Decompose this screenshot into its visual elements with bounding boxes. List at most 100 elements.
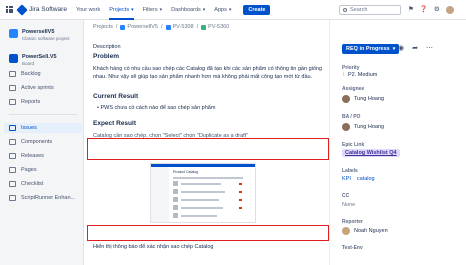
reports-icon (9, 99, 16, 105)
components-icon (9, 139, 16, 145)
nav-label: Your work (75, 6, 101, 13)
chevron-down-icon: ▾ (131, 6, 134, 13)
chevron-down-icon: ▾ (392, 46, 396, 52)
screenshot-row (181, 215, 217, 217)
more-icon[interactable]: ⋯ (426, 45, 433, 53)
sidebar-item-reports[interactable]: Reports (9, 97, 79, 107)
breadcrumb-project[interactable]: PowersellV5 (127, 24, 158, 30)
label-tag[interactable]: KPI (342, 176, 351, 182)
reporter-value[interactable]: Noah Nguyen (342, 227, 388, 235)
screenshot-mark (239, 207, 242, 209)
nav-your-work[interactable]: Your work (76, 0, 100, 20)
sprint-icon (9, 85, 16, 91)
sidebar-item-pages[interactable]: Pages (9, 165, 79, 175)
app-switcher-icon[interactable] (6, 6, 13, 13)
screenshot-thumb (173, 197, 178, 202)
sidebar-item-components[interactable]: Components (9, 137, 79, 147)
nav-apps[interactable]: Apps ▾ (214, 0, 231, 20)
breadcrumb-projects[interactable]: Projects (93, 24, 113, 30)
breadcrumb-issue-key[interactable]: PV-5360 (208, 24, 229, 30)
watch-icon[interactable]: ◉ (398, 45, 404, 53)
settings-icon[interactable]: ⚙ (434, 6, 440, 14)
nav-dashboards[interactable]: Dashboards ▾ (171, 0, 205, 20)
sidebar-item-backlog[interactable]: Backlog (9, 69, 79, 79)
attached-screenshot[interactable]: Product Catalog (150, 163, 256, 223)
sidebar-item-label: Active sprints (21, 85, 54, 91)
current-result-text: PWS chưa có cách nào để sao chép sản phẩ… (100, 105, 216, 111)
epic-lozenge[interactable]: Catalog Wishlist Q4 (342, 149, 400, 157)
epic-link-value[interactable]: Catalog Wishlist Q4 (342, 149, 400, 157)
cc-value[interactable]: None (342, 202, 355, 208)
avatar[interactable] (445, 6, 454, 14)
sidebar-item-label: ScriptRunner Enhan... (21, 195, 76, 201)
issues-icon (9, 125, 16, 131)
highlight-box (87, 138, 329, 160)
breadcrumb-separator: / (160, 24, 163, 30)
screenshot-title: Product Catalog (173, 170, 199, 174)
share-icon[interactable]: ➦ (412, 45, 418, 53)
nav-projects[interactable]: Projects ▾ (109, 0, 134, 20)
checklist-icon (9, 181, 16, 187)
chevron-down-icon: ▾ (159, 6, 163, 13)
search-placeholder: Search (350, 7, 368, 13)
confirm-text: Hiển thị thông báo để xác nhận sao chép … (93, 244, 214, 250)
notification-icon[interactable]: ⚑ (408, 6, 414, 14)
sidebar-item-label: Pages (21, 167, 37, 173)
project-type: Classic software project (22, 36, 70, 41)
assignee-value[interactable]: Tung Hoang (342, 95, 384, 103)
status-label: REQ in Progress (346, 46, 390, 52)
breadcrumb: Projects / PowersellV5 / PV-5308 / PV-53… (93, 24, 229, 30)
label-tag[interactable]: catalog (357, 176, 375, 182)
sidebar-item-label: Backlog (21, 71, 41, 77)
reporter-label: Reporter (342, 219, 363, 225)
cc-label: CC (342, 193, 350, 199)
breadcrumb-separator: / (115, 24, 118, 30)
project-sidebar: PowersellV5 Classic software project Pow… (0, 20, 84, 265)
logo-text: Jira Software (29, 6, 67, 13)
jira-logo[interactable]: Jira Software (16, 3, 67, 16)
story-icon (201, 24, 207, 30)
project-name: PowersellV5 (22, 29, 55, 35)
avatar (342, 123, 350, 131)
screenshot-thumb (173, 213, 178, 218)
description-label: Description (93, 44, 121, 50)
nav-label: Projects (109, 6, 130, 13)
releases-icon (9, 153, 16, 159)
sidebar-item-active-sprints[interactable]: Active sprints (9, 83, 79, 93)
sidebar-item-label: Reports (21, 99, 41, 105)
expect-result-heading: Expect Result (93, 120, 136, 127)
ba-po-value[interactable]: Tung Hoang (342, 123, 384, 131)
sidebar-item-label: Checklist (21, 181, 44, 187)
sidebar-item-issues[interactable]: Issues (4, 123, 82, 133)
board-subtitle: Board (22, 61, 35, 66)
help-icon[interactable]: ❓ (420, 6, 428, 14)
reporter-name: Noah Nguyen (354, 228, 388, 234)
pages-icon (9, 167, 16, 173)
epic-link-label: Epic Link (342, 142, 365, 148)
avatar (342, 95, 350, 103)
screenshot-row (181, 183, 221, 185)
search-input[interactable]: Search (339, 5, 401, 15)
project-header[interactable]: PowersellV5 Classic software project (9, 29, 70, 41)
screenshot-thumb (173, 189, 178, 194)
nav-label: Filters (142, 6, 158, 13)
board-switcher[interactable]: PowerSell.V5 Board (9, 54, 57, 66)
screenshot-mark (239, 183, 242, 185)
nav-filters[interactable]: Filters ▾ (143, 0, 163, 20)
screenshot-thumb (173, 205, 178, 210)
epic-icon (165, 24, 171, 30)
status-button[interactable]: REQ in Progress ▾ (342, 44, 400, 54)
sidebar-divider (9, 114, 77, 115)
priority-value[interactable]: ↑ P2. Medium (342, 72, 377, 78)
breadcrumb-parent-issue[interactable]: PV-5308 (173, 24, 194, 30)
sidebar-item-releases[interactable]: Releases (9, 151, 79, 161)
sidebar-item-label: Components (21, 139, 53, 145)
sidebar-item-checklist[interactable]: Checklist (9, 179, 79, 189)
screenshot-mark (239, 199, 242, 201)
sidebar-item-label: Issues (21, 125, 37, 131)
labels-label: Labels (342, 168, 358, 174)
create-button[interactable]: Create (243, 4, 271, 15)
sidebar-item-scriptrunner[interactable]: ScriptRunner Enhan... (9, 193, 79, 203)
assignee-label: Assignee (342, 86, 365, 92)
screenshot-thumb (173, 181, 178, 186)
